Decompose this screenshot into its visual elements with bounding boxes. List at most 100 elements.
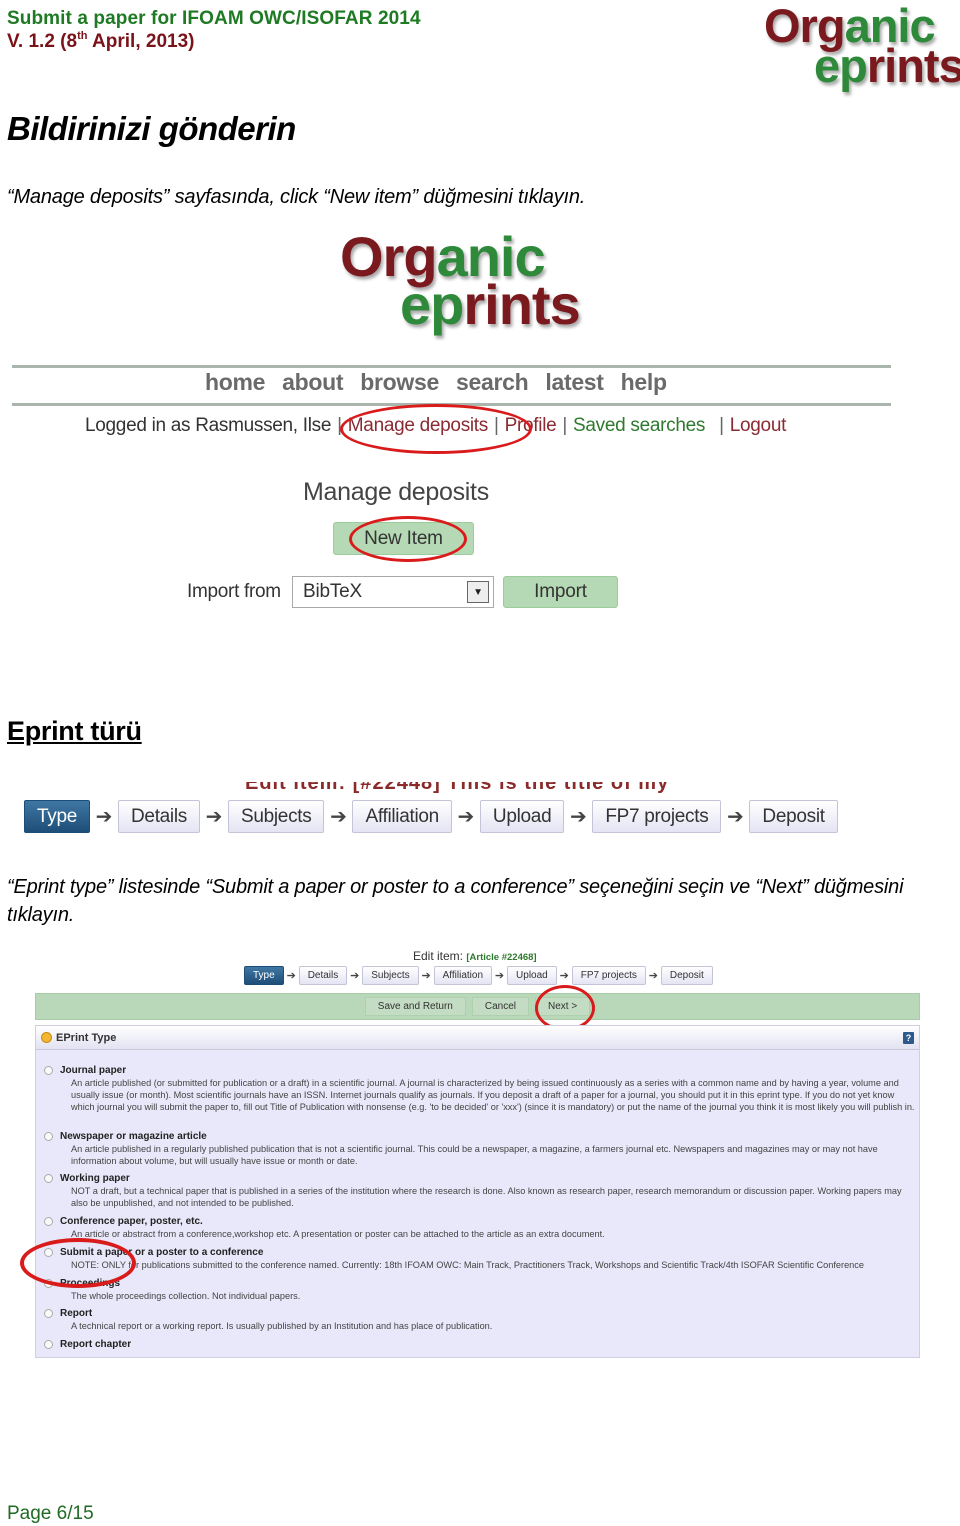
step-fp7-projects[interactable]: FP7 projects	[592, 800, 722, 833]
arrow-right-icon: ➔	[205, 806, 223, 828]
instruction-eprint-type: “Eprint type” listesinde “Submit a paper…	[7, 876, 904, 926]
option-label: Report chapter	[60, 1339, 132, 1350]
option-label: Working paper	[60, 1173, 130, 1184]
section-heading-eprint-type: Eprint türü	[7, 716, 142, 746]
option-label: Newspaper or magazine article	[60, 1131, 207, 1142]
manage-deposits-link[interactable]: Manage deposits	[348, 415, 489, 437]
version-sup: th	[77, 30, 88, 42]
option-description: NOTE: ONLY for publications submitted to…	[71, 1260, 864, 1270]
version-prefix: V. 1.2 (8	[7, 31, 78, 52]
site-nav: home about browse search latest help	[205, 369, 667, 396]
cancel-button[interactable]: Cancel	[471, 997, 529, 1016]
option-description: An article published (or submitted for p…	[71, 1078, 915, 1112]
arrow-right-icon: ➔	[569, 806, 587, 828]
nav-divider	[12, 403, 891, 406]
arrow-right-icon: ➔	[95, 806, 113, 828]
user-bar: Logged in as Rasmussen, Ilse | Manage de…	[85, 415, 786, 437]
step-deposit[interactable]: Deposit	[749, 800, 838, 833]
step-subjects[interactable]: Subjects	[362, 966, 419, 985]
profile-link[interactable]: Profile	[505, 415, 557, 437]
import-from-label: Import from	[187, 581, 281, 602]
step-details[interactable]: Details	[118, 800, 200, 833]
option-description: The whole proceedings collection. Not in…	[71, 1291, 301, 1301]
page-number: Page 6/15	[7, 1503, 94, 1524]
logo-text: rints	[866, 39, 960, 93]
nav-search[interactable]: search	[456, 369, 529, 396]
import-format-select[interactable]: BibTeX ▼	[292, 576, 494, 608]
option-label: Report	[60, 1308, 93, 1319]
eprint-type-panel: EPrint Type ? Journal paper An article p…	[35, 1025, 920, 1358]
document-title: Submit a paper for IFOAM OWC/ISOFAR 2014	[7, 8, 421, 29]
radio-button[interactable]	[44, 1340, 53, 1349]
document-version: V. 1.2 (8th April, 2013)	[7, 31, 194, 53]
separator: |	[337, 415, 342, 436]
step-subjects[interactable]: Subjects	[227, 800, 325, 833]
separator: |	[494, 415, 499, 436]
nav-home[interactable]: home	[205, 369, 265, 396]
step-fp7-projects[interactable]: FP7 projects	[571, 966, 646, 985]
panel-title: EPrint Type	[56, 1031, 117, 1044]
info-bulb-icon	[41, 1032, 52, 1043]
saved-searches-link[interactable]: Saved searches	[573, 415, 705, 437]
nav-browse[interactable]: browse	[360, 369, 439, 396]
manage-deposits-title: Manage deposits	[303, 478, 489, 506]
workflow-steps-small: Type ➔ Details ➔ Subjects ➔ Affiliation …	[244, 966, 713, 985]
import-button[interactable]: Import	[503, 576, 618, 608]
article-ref: [Article #22468]	[466, 952, 537, 963]
help-icon[interactable]: ?	[903, 1032, 914, 1044]
separator: |	[562, 415, 568, 436]
step-affiliation[interactable]: Affiliation	[352, 800, 452, 833]
radio-button[interactable]	[44, 1309, 53, 1318]
cropped-edit-title-text: Edit item: [#22448] This is the title of…	[245, 782, 670, 794]
action-bar: Save and Return Cancel Next >	[35, 993, 920, 1020]
arrow-right-icon: ➔	[350, 970, 360, 982]
new-item-button[interactable]: New Item	[333, 522, 474, 555]
next-button[interactable]: Next >	[535, 997, 591, 1016]
workflow-steps: Type ➔ Details ➔ Subjects ➔ Affiliation …	[24, 800, 838, 833]
import-format-value: BibTeX	[303, 581, 363, 602]
nav-about[interactable]: about	[282, 369, 343, 396]
arrow-right-icon: ➔	[330, 806, 347, 828]
radio-button[interactable]	[44, 1132, 53, 1141]
nav-latest[interactable]: latest	[545, 369, 604, 396]
save-and-return-button[interactable]: Save and Return	[364, 997, 466, 1016]
separator: |	[719, 415, 724, 436]
step-details[interactable]: Details	[298, 966, 348, 985]
logout-link[interactable]: Logout	[730, 415, 787, 437]
step-upload[interactable]: Upload	[479, 800, 565, 833]
radio-button[interactable]	[44, 1248, 53, 1257]
step-type[interactable]: Type	[244, 966, 284, 985]
radio-button[interactable]	[44, 1174, 53, 1183]
instruction-new-item: “Manage deposits” sayfasında, click “New…	[7, 186, 586, 208]
radio-button[interactable]	[44, 1066, 53, 1075]
option-label: Submit a paper or a poster to a conferen…	[60, 1247, 264, 1258]
option-description: NOT a draft, but a technical paper that …	[71, 1186, 902, 1208]
option-label: Proceedings	[60, 1278, 121, 1289]
radio-button[interactable]	[44, 1279, 53, 1288]
organic-eprints-site-logo[interactable]: Organic eprints	[340, 229, 581, 333]
step-upload[interactable]: Upload	[507, 966, 557, 985]
dropdown-arrow-icon[interactable]: ▼	[467, 581, 489, 603]
arrow-right-icon: ➔	[457, 806, 475, 828]
arrow-right-icon: ➔	[421, 970, 431, 982]
nav-divider	[12, 365, 891, 368]
radio-button[interactable]	[44, 1217, 53, 1226]
option-label: Journal paper	[60, 1065, 127, 1076]
cropped-edit-title: Edit item: [#22448] This is the title of…	[245, 782, 690, 794]
step-affiliation[interactable]: Affiliation	[433, 966, 493, 985]
edit-item-label: Edit item:	[413, 949, 464, 963]
option-description: An article published in a regularly publ…	[71, 1144, 878, 1166]
option-description: An article or abstract from a conference…	[71, 1229, 605, 1239]
arrow-right-icon: ➔	[559, 970, 569, 982]
logo-text: rints	[463, 273, 580, 337]
edit-item-title: Edit item: [Article #22468]	[413, 949, 537, 963]
arrow-right-icon: ➔	[727, 806, 744, 828]
step-type[interactable]: Type	[24, 800, 90, 833]
option-description: A technical report or a working report. …	[71, 1321, 493, 1331]
version-suffix: April, 2013)	[87, 31, 195, 52]
arrow-right-icon: ➔	[494, 970, 505, 982]
option-label: Conference paper, poster, etc.	[60, 1216, 203, 1227]
nav-help[interactable]: help	[621, 369, 667, 396]
organic-eprints-logo: Organic eprints	[764, 2, 960, 89]
step-deposit[interactable]: Deposit	[660, 966, 713, 985]
